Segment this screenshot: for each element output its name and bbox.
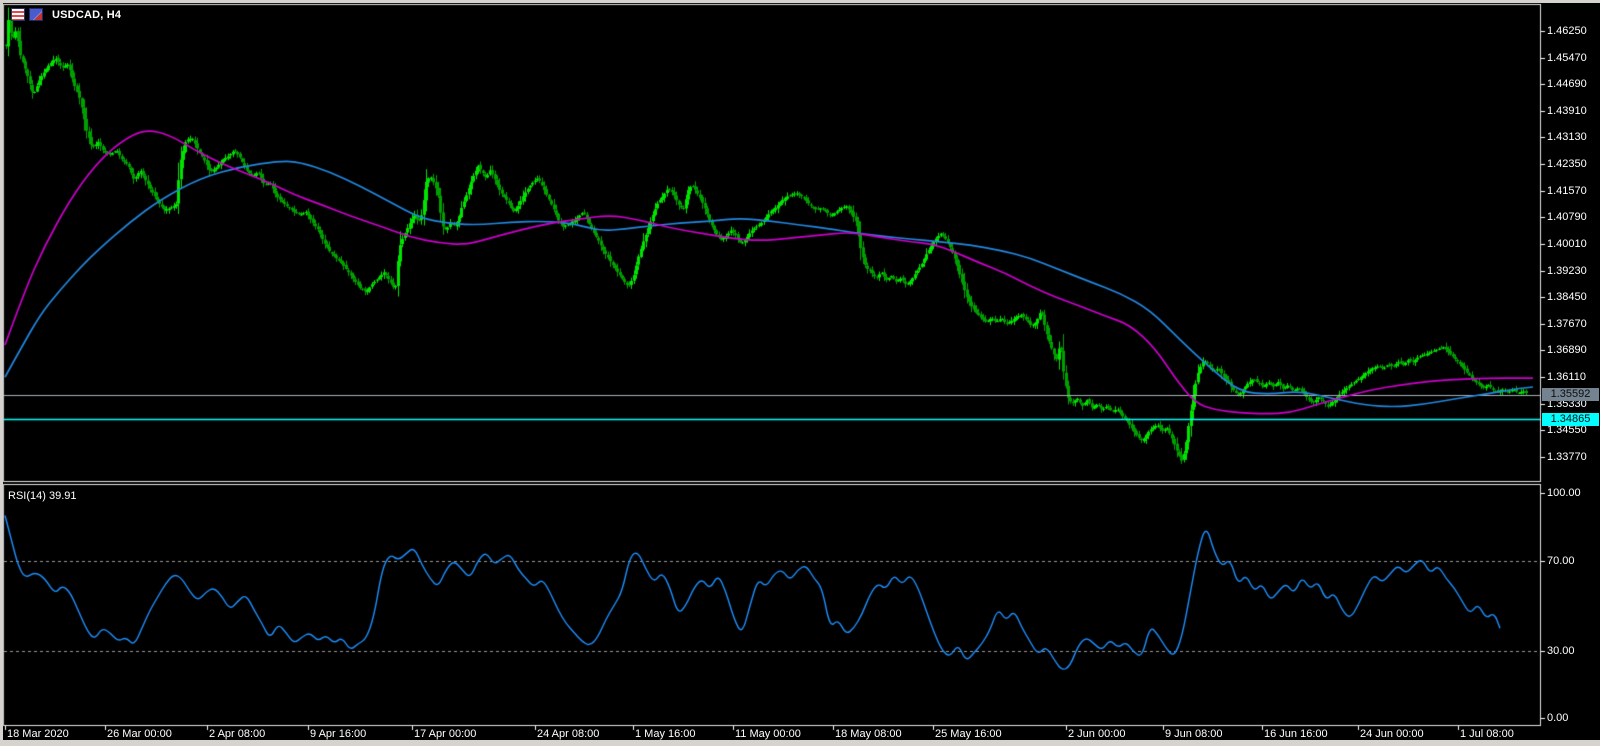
chart-canvas[interactable] [0, 0, 1600, 746]
chart-window: USDCAD, H4 RSI(14) 39.91 1.462501.454701… [0, 0, 1600, 746]
template-icon[interactable] [29, 8, 43, 21]
rsi-indicator-label: RSI(14) 39.91 [8, 490, 76, 502]
hline-price-tag: 1.34865 [1542, 413, 1599, 426]
symbol-timeframe-label: USDCAD, H4 [52, 9, 121, 21]
window-border-top [0, 0, 1600, 3]
bid-price-tag: 1.35592 [1542, 388, 1599, 401]
window-border-bottom [0, 740, 1600, 746]
data-window-icon[interactable] [11, 8, 25, 21]
chart-header: USDCAD, H4 [11, 8, 121, 21]
window-border-left [0, 0, 3, 746]
